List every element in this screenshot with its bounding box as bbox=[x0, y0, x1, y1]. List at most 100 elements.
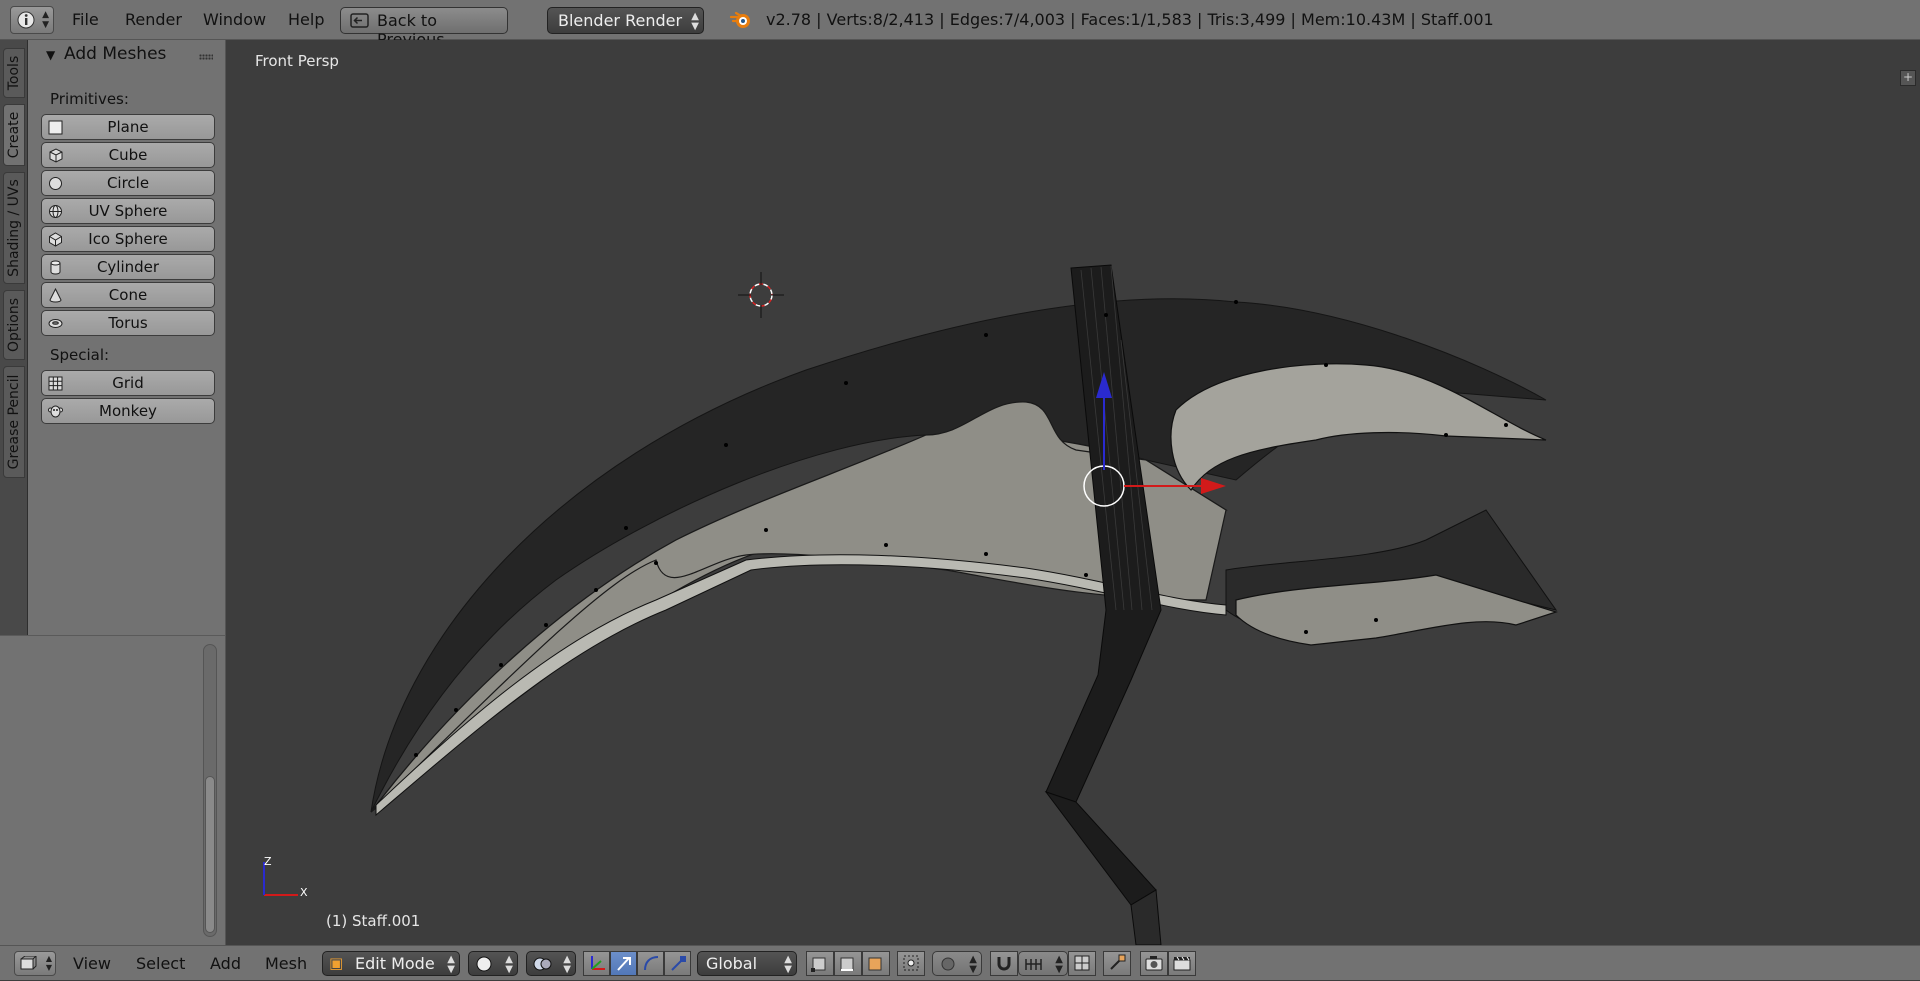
pivot-point-dropdown[interactable]: ▲ ▼ bbox=[526, 951, 576, 976]
primitives-label: Primitives: bbox=[50, 90, 129, 108]
limit-selection-icon bbox=[903, 955, 919, 971]
torus-icon bbox=[48, 319, 63, 328]
manipulator-icon bbox=[591, 956, 605, 970]
active-object-label: (1) Staff.001 bbox=[326, 912, 421, 930]
ico-sphere-icon bbox=[49, 232, 62, 247]
mode-dropdown[interactable]: ▣ Edit Mode ▲ ▼ bbox=[322, 951, 460, 976]
scene-stats: v2.78 | Verts:8/2,413 | Edges:7/4,003 | … bbox=[766, 10, 1494, 29]
add-uv-sphere-button[interactable]: UV Sphere bbox=[41, 198, 215, 224]
viewport-shading-dropdown[interactable]: ▲ ▼ bbox=[468, 951, 518, 976]
proportional-edit-dropdown[interactable]: ▲ ▼ bbox=[932, 951, 982, 976]
snap-element-dropdown[interactable]: ▲ ▼ bbox=[1018, 951, 1068, 976]
editor-type-button[interactable]: ▲ ▼ bbox=[10, 6, 54, 34]
add-meshes-panel: ▼ Add Meshes Primitives: Plane Cube Circ… bbox=[28, 40, 226, 635]
info-header: ▲▼ File Render Window Help Back to Previ… bbox=[0, 0, 1920, 49]
face-select-icon bbox=[868, 957, 882, 971]
menu-window[interactable]: Window bbox=[203, 0, 266, 40]
chevron-updown-icon: ▲ ▼ bbox=[505, 954, 513, 975]
opengl-render-button[interactable] bbox=[1103, 951, 1131, 976]
uv-sphere-icon bbox=[49, 205, 62, 218]
collapse-triangle-icon[interactable]: ▼ bbox=[46, 48, 55, 62]
snap-target-button[interactable] bbox=[1068, 951, 1096, 976]
render-engine-dropdown[interactable]: Blender Render ▲ ▼ bbox=[547, 7, 704, 34]
menu-view[interactable]: View bbox=[73, 946, 111, 981]
limit-selection-button[interactable] bbox=[897, 951, 925, 976]
axis-x-label: X bbox=[300, 886, 308, 899]
add-torus-button[interactable]: Torus bbox=[41, 310, 215, 336]
chevron-updown-icon: ▲ ▼ bbox=[784, 954, 792, 975]
3d-cursor-icon bbox=[738, 272, 784, 318]
add-grid-button[interactable]: Grid bbox=[41, 370, 215, 396]
editor-type-button[interactable]: ▲ ▼ bbox=[14, 951, 56, 976]
tab-options[interactable]: Options bbox=[3, 290, 25, 360]
panel-title: Add Meshes bbox=[64, 44, 167, 64]
chevron-updown-icon: ▲ ▼ bbox=[42, 10, 49, 30]
cone-icon bbox=[49, 288, 62, 303]
scale-manipulator-button[interactable] bbox=[664, 951, 691, 976]
operator-panel bbox=[0, 635, 226, 945]
drag-grip-icon[interactable] bbox=[199, 54, 213, 60]
cylinder-icon bbox=[50, 260, 61, 275]
render-image-button[interactable] bbox=[1140, 951, 1168, 976]
chevron-updown-icon: ▲ ▼ bbox=[969, 954, 977, 975]
clapperboard-icon bbox=[1173, 956, 1191, 971]
add-cone-button[interactable]: Cone bbox=[41, 282, 215, 308]
plane-icon bbox=[48, 120, 63, 135]
menu-file[interactable]: File bbox=[72, 0, 99, 40]
panel-scrollbar[interactable] bbox=[203, 644, 217, 937]
add-plane-button[interactable]: Plane bbox=[41, 114, 215, 140]
menu-render[interactable]: Render bbox=[125, 0, 182, 40]
tab-tools[interactable]: Tools bbox=[3, 48, 25, 98]
magnet-icon bbox=[997, 957, 1011, 971]
vertex-select-button[interactable] bbox=[806, 951, 834, 976]
translate-manipulator-button[interactable] bbox=[610, 951, 637, 976]
chevron-updown-icon: ▲ ▼ bbox=[45, 954, 52, 972]
render-animation-button[interactable] bbox=[1168, 951, 1196, 976]
tab-shading-uvs[interactable]: Shading / UVs bbox=[3, 172, 25, 284]
face-select-button[interactable] bbox=[862, 951, 890, 976]
menu-help[interactable]: Help bbox=[288, 0, 324, 40]
scythe-mesh[interactable] bbox=[226, 40, 1920, 945]
translate-icon bbox=[617, 957, 631, 971]
chevron-updown-icon: ▲ ▼ bbox=[691, 11, 699, 32]
properties-toggle-icon[interactable]: + bbox=[1900, 70, 1916, 86]
add-monkey-button[interactable]: Monkey bbox=[41, 398, 215, 424]
menu-mesh[interactable]: Mesh bbox=[265, 946, 307, 981]
scrollbar-thumb[interactable] bbox=[205, 776, 215, 933]
chevron-updown-icon: ▲ ▼ bbox=[563, 954, 571, 975]
proportional-edit-icon bbox=[941, 957, 955, 971]
back-icon bbox=[350, 13, 369, 28]
menu-select[interactable]: Select bbox=[136, 946, 185, 981]
tab-create[interactable]: Create bbox=[3, 104, 25, 166]
blender-logo-icon bbox=[729, 11, 750, 28]
axis-z-label: Z bbox=[264, 855, 272, 868]
back-to-previous-button[interactable]: Back to Previous bbox=[340, 7, 508, 49]
tab-grease-pencil[interactable]: Grease Pencil bbox=[3, 366, 25, 478]
scale-icon bbox=[671, 956, 686, 971]
snap-increment-icon bbox=[1025, 959, 1042, 970]
3d-viewport[interactable]: Front Persp + Z X (1) Staff.001 bbox=[226, 40, 1920, 945]
add-cube-button[interactable]: Cube bbox=[41, 142, 215, 168]
add-cylinder-button[interactable]: Cylinder bbox=[41, 254, 215, 280]
edge-select-icon bbox=[840, 957, 854, 971]
opengl-render-icon bbox=[1110, 954, 1126, 970]
add-ico-sphere-button[interactable]: Ico Sphere bbox=[41, 226, 215, 252]
cube-icon bbox=[49, 148, 63, 163]
snap-target-icon bbox=[1074, 955, 1090, 971]
rotate-manipulator-button[interactable] bbox=[637, 951, 664, 976]
render-engine-label: Blender Render bbox=[558, 11, 683, 30]
chevron-updown-icon: ▲ ▼ bbox=[1055, 954, 1063, 975]
snap-toggle-button[interactable] bbox=[990, 951, 1018, 976]
camera-icon bbox=[1145, 956, 1163, 971]
monkey-icon bbox=[48, 405, 63, 418]
edge-select-button[interactable] bbox=[834, 951, 862, 976]
manipulator-toggle-button[interactable] bbox=[583, 951, 610, 976]
menu-add[interactable]: Add bbox=[210, 946, 241, 981]
edit-mode-icon: ▣ bbox=[329, 954, 344, 972]
transform-orientation-dropdown[interactable]: Global ▲ ▼ bbox=[697, 951, 797, 976]
add-circle-button[interactable]: Circle bbox=[41, 170, 215, 196]
circle-icon bbox=[49, 177, 62, 190]
mode-label: Edit Mode bbox=[355, 954, 435, 973]
special-label: Special: bbox=[50, 346, 110, 364]
info-icon bbox=[17, 11, 35, 29]
